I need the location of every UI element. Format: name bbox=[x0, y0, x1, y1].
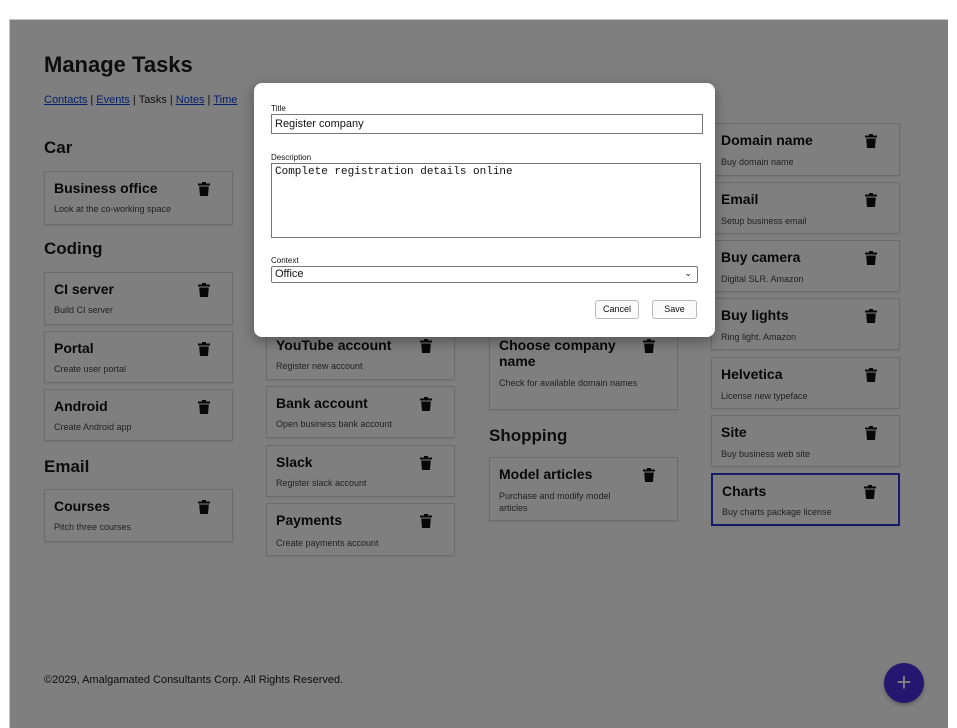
title-label: Title bbox=[271, 104, 286, 113]
save-button[interactable]: Save bbox=[652, 300, 697, 319]
chevron-down-icon: ⌄ bbox=[684, 268, 692, 278]
edit-task-dialog: Title Description Complete registration … bbox=[254, 83, 715, 337]
context-selected-value: Office bbox=[275, 268, 304, 280]
app-window: Manage Tasks Contacts|Events|Tasks|Notes… bbox=[9, 19, 948, 728]
context-label: Context bbox=[271, 256, 299, 265]
context-select[interactable]: Office ⌄ bbox=[271, 266, 698, 283]
title-input[interactable] bbox=[271, 114, 703, 134]
description-label: Description bbox=[271, 153, 312, 162]
task-manager-page: Manage Tasks Contacts|Events|Tasks|Notes… bbox=[10, 20, 948, 728]
description-textarea[interactable]: Complete registration details online bbox=[271, 163, 701, 238]
cancel-button[interactable]: Cancel bbox=[595, 300, 639, 319]
